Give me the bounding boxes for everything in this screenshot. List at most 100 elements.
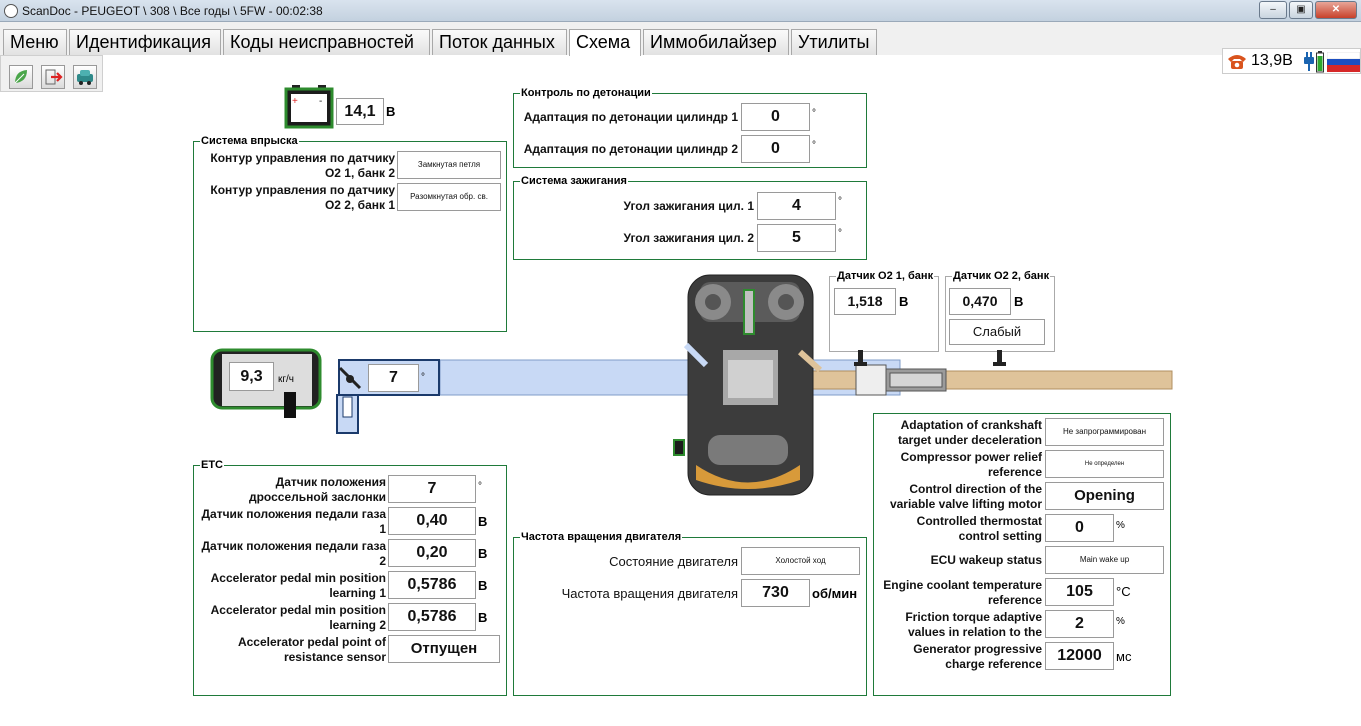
toolbar: [0, 55, 103, 92]
maf-unit: кг/ч: [278, 374, 295, 385]
o2-sensor-1-unit: В: [899, 294, 909, 309]
exit-arrow-icon[interactable]: [41, 65, 65, 89]
injection-row-value: Замкнутая петля: [397, 151, 501, 179]
etc-title: ETC: [200, 459, 224, 471]
etc-row-label: Датчик положения педали газа 1: [201, 507, 386, 536]
tab-data-stream[interactable]: Поток данных: [432, 29, 567, 55]
etc-row-label: Датчик положения дроссельной заслонки: [248, 475, 386, 504]
engine-state-value: Холостой ход: [741, 547, 860, 575]
battery-icon: [1316, 51, 1324, 73]
etc-row-label: Accelerator pedal min position learning …: [210, 603, 386, 632]
engine-speed-value: 730: [741, 579, 810, 607]
knock-row-value: 0: [741, 103, 810, 131]
knock-control-title: Контроль по детонации: [520, 87, 652, 99]
russian-flag-icon: [1327, 52, 1360, 72]
etc-row-unit: В: [478, 546, 488, 561]
etc-row-value: 7: [388, 475, 476, 503]
throttle-diagram-value: 7: [368, 364, 419, 392]
battery-voltage-unit: В: [386, 104, 396, 119]
injection-system-panel: Система впрыска Контур управления по дат…: [193, 135, 507, 332]
car-battery-icon: + -: [284, 85, 334, 129]
etc-row-value: 0,20: [388, 539, 476, 567]
knock-control-panel: Контроль по детонации Адаптация по детон…: [513, 87, 867, 168]
svg-text:-: -: [319, 96, 322, 107]
injection-row-label: Контур управления по датчику О2 2, банк …: [210, 183, 395, 212]
extra-row-value: 12000: [1045, 642, 1114, 670]
injection-row-value: Разомкнутая обр. св.: [397, 183, 501, 211]
o2-sensor-2-value: 0,470: [949, 288, 1011, 315]
close-button[interactable]: ✕: [1315, 1, 1357, 19]
etc-row-unit: В: [478, 610, 488, 625]
tab-immobilizer[interactable]: Иммобилайзер: [643, 29, 789, 55]
plug-icon: [1304, 52, 1314, 71]
extra-parameters-panel: Adaptation of crankshaft target under de…: [873, 413, 1171, 696]
extra-row-label: Friction torque adaptive values in relat…: [905, 610, 1042, 639]
extra-row-unit: %: [1116, 520, 1125, 531]
engine-speed-title: Частота вращения двигателя: [520, 531, 683, 543]
phone-icon: [1228, 55, 1246, 69]
o2-sensor-1-title: Датчик О2 1, банк: [836, 270, 935, 282]
extra-row-value: 0: [1045, 514, 1114, 542]
app-logo-icon: [4, 4, 18, 18]
tab-fault-codes[interactable]: Коды неисправностей: [223, 29, 430, 55]
extra-row-unit: мс: [1116, 649, 1132, 664]
extra-row-unit: %: [1116, 616, 1125, 627]
tab-identification[interactable]: Идентификация: [69, 29, 221, 55]
ignition-row-label: Угол зажигания цил. 2: [623, 231, 754, 245]
extra-row-value: Main wake up: [1045, 546, 1164, 574]
etc-row-value: Отпущен: [388, 635, 500, 663]
extra-row-value: Opening: [1045, 482, 1164, 510]
maximize-button[interactable]: ▣: [1289, 1, 1313, 19]
etc-row-value: 0,5786: [388, 571, 476, 599]
etc-row-label: Accelerator pedal point of resistance se…: [237, 635, 386, 664]
etc-row-label: Accelerator pedal min position learning …: [210, 571, 386, 600]
ignition-row-value: 4: [757, 192, 836, 220]
extra-row-value: Не запрограммирован: [1045, 418, 1164, 446]
extra-row-unit: °C: [1116, 584, 1131, 599]
maf-value: 9,3: [229, 362, 274, 391]
ignition-system-panel: Система зажигания Угол зажигания цил. 1 …: [513, 175, 867, 260]
extra-row-label: Controlled thermostat control setting: [916, 514, 1042, 543]
injection-system-title: Система впрыска: [200, 135, 299, 147]
car-check-icon[interactable]: [73, 65, 97, 89]
ignition-row-unit: °: [838, 196, 842, 207]
extra-row-value: Не определен: [1045, 450, 1164, 478]
title-bar: ScanDoc - PEUGEOT \ 308 \ Все годы \ 5FW…: [0, 0, 1361, 22]
extra-row-label: ECU wakeup status: [930, 553, 1042, 567]
extra-row-label: Control direction of the variable valve …: [889, 482, 1042, 511]
knock-row-value: 0: [741, 135, 810, 163]
etc-panel: ETC Датчик положения дроссельной заслонк…: [193, 459, 507, 696]
extra-row-label: Compressor power relief reference: [900, 450, 1042, 479]
minimize-button[interactable]: –: [1259, 1, 1287, 19]
engine-state-label: Состояние двигателя: [609, 554, 738, 569]
knock-row-unit: °: [812, 140, 816, 151]
engine-speed-label: Частота вращения двигателя: [561, 586, 738, 601]
tab-scheme[interactable]: Схема: [569, 29, 641, 56]
menu-bar: Меню Идентификация Коды неисправностей П…: [0, 22, 1361, 74]
injection-row-label: Контур управления по датчику О2 1, банк …: [210, 151, 395, 180]
extra-row-value: 105: [1045, 578, 1114, 606]
status-panel: 13,9В: [1222, 48, 1361, 74]
throttle-diagram-unit: °: [421, 372, 425, 383]
ignition-row-value: 5: [757, 224, 836, 252]
knock-row-label: Адаптация по детонации цилиндр 1: [523, 110, 738, 124]
extra-row-value: 2: [1045, 610, 1114, 638]
battery-voltage-value: 14,1: [336, 98, 384, 125]
svg-text:+: +: [292, 96, 298, 107]
tab-utilities[interactable]: Утилиты: [791, 29, 877, 55]
etc-row-label: Датчик положения педали газа 2: [201, 539, 386, 568]
ignition-row-label: Угол зажигания цил. 1: [623, 199, 754, 213]
tab-menu[interactable]: Меню: [3, 29, 67, 55]
extra-row-label: Adaptation of crankshaft target under de…: [897, 418, 1042, 447]
extra-row-label: Generator progressive charge reference: [913, 642, 1042, 671]
knock-row-label: Адаптация по детонации цилиндр 2: [523, 142, 738, 156]
o2-sensor-2-unit: В: [1014, 294, 1024, 309]
etc-row-unit: °: [478, 481, 482, 492]
engine-speed-panel: Частота вращения двигателя Состояние дви…: [513, 531, 867, 696]
leaf-icon[interactable]: [9, 65, 33, 89]
etc-row-value: 0,5786: [388, 603, 476, 631]
engine-speed-unit: об/мин: [812, 586, 858, 601]
ignition-system-title: Система зажигания: [520, 175, 628, 187]
etc-row-value: 0,40: [388, 507, 476, 535]
etc-row-unit: В: [478, 514, 488, 529]
